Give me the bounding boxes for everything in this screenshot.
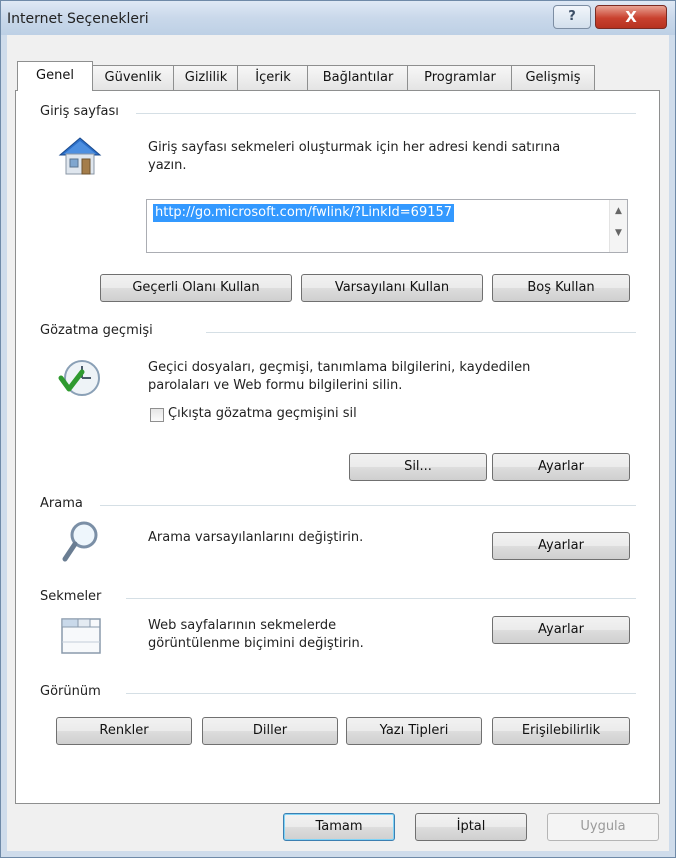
home-page-description-line2: yazın.	[148, 158, 187, 173]
window-title: Internet Seçenekleri	[7, 11, 149, 27]
help-button[interactable]: ?	[553, 5, 591, 29]
home-page-url-text: http://go.microsoft.com/fwlink/?LinkId=6…	[153, 204, 455, 222]
tabs-heading: Sekmeler	[40, 589, 102, 604]
use-current-button[interactable]: Geçerli Olanı Kullan	[100, 274, 292, 302]
general-tab-panel: Giriş sayfası Giriş sayfası sekmeleri ol…	[15, 90, 660, 804]
browsing-history-heading: Gözatma geçmişi	[40, 323, 153, 338]
home-page-url-textarea[interactable]: http://go.microsoft.com/fwlink/?LinkId=6…	[146, 199, 628, 253]
search-description: Arama varsayılanlarını değiştirin.	[148, 530, 364, 545]
scroll-down-arrow-icon[interactable]: ▼	[610, 228, 627, 238]
appearance-heading: Görünüm	[40, 684, 101, 699]
url-scrollbar[interactable]: ▲ ▼	[609, 200, 627, 252]
divider	[126, 693, 636, 694]
history-description-line2: parolaları ve Web formu bilgilerini sili…	[148, 378, 403, 393]
delete-history-on-exit-label[interactable]: Çıkışta gözatma geçmişini sil	[168, 405, 357, 423]
internet-options-window: Internet Seçenekleri ? X Genel Güvenlik …	[0, 0, 676, 858]
dialog-body: Genel Güvenlik Gizlilik İçerik Bağlantıl…	[7, 35, 669, 851]
tab-programs[interactable]: Programlar	[407, 65, 513, 90]
close-button[interactable]: X	[595, 5, 667, 29]
apply-button: Uygula	[547, 813, 659, 841]
tab-content[interactable]: İçerik	[237, 65, 309, 90]
accessibility-button[interactable]: Erişilebilirlik	[492, 717, 630, 745]
history-description-line1: Geçici dosyaları, geçmişi, tanımlama bil…	[148, 360, 531, 375]
cancel-button[interactable]: İptal	[415, 813, 527, 841]
title-bar[interactable]: Internet Seçenekleri ? X	[1, 1, 675, 35]
fonts-button[interactable]: Yazı Tipleri	[346, 717, 482, 745]
search-settings-button[interactable]: Ayarlar	[492, 532, 630, 560]
tabs-description-line2: görüntülenme biçimini değiştirin.	[148, 636, 364, 651]
tab-advanced[interactable]: Gelişmiş	[511, 65, 595, 90]
home-page-description-line1: Giriş sayfası sekmeleri oluşturmak için …	[148, 140, 561, 155]
delete-history-button[interactable]: Sil...	[349, 453, 487, 481]
home-page-heading: Giriş sayfası	[40, 104, 119, 119]
history-clock-icon	[58, 356, 102, 400]
divider	[136, 113, 636, 114]
ok-button[interactable]: Tamam	[283, 813, 395, 841]
magnifier-icon	[60, 519, 100, 565]
history-settings-button[interactable]: Ayarlar	[492, 453, 630, 481]
tab-general[interactable]: Genel	[17, 61, 93, 91]
tab-security[interactable]: Güvenlik	[91, 65, 175, 90]
use-default-button[interactable]: Varsayılanı Kullan	[301, 274, 483, 302]
home-icon	[58, 135, 102, 179]
delete-history-on-exit-checkbox[interactable]	[150, 408, 164, 422]
colors-button[interactable]: Renkler	[56, 717, 192, 745]
search-heading: Arama	[40, 496, 83, 511]
divider	[126, 598, 636, 599]
use-blank-button[interactable]: Boş Kullan	[492, 274, 630, 302]
languages-button[interactable]: Diller	[202, 717, 338, 745]
tab-connections[interactable]: Bağlantılar	[307, 65, 409, 90]
divider	[206, 332, 636, 333]
tabs-settings-button[interactable]: Ayarlar	[492, 616, 630, 644]
scroll-up-arrow-icon[interactable]: ▲	[610, 206, 627, 216]
tabs-window-icon	[60, 616, 102, 656]
divider	[100, 505, 636, 506]
tabs-description-line1: Web sayfalarının sekmelerde	[148, 618, 337, 633]
tab-privacy[interactable]: Gizlilik	[173, 65, 239, 90]
